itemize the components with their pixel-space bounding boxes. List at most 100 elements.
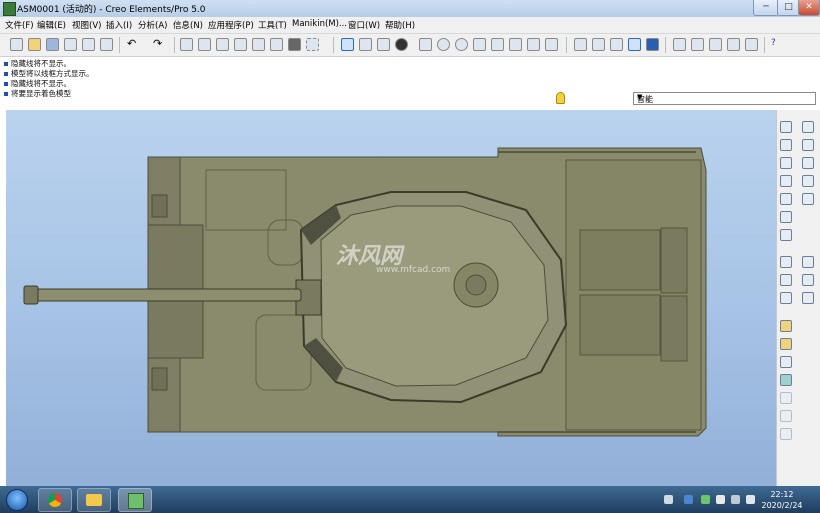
menu-window[interactable]: 窗口(W) — [348, 19, 380, 31]
open-folder-icon[interactable] — [28, 38, 41, 51]
refit-icon[interactable] — [473, 38, 486, 51]
paste-special-icon[interactable] — [234, 38, 247, 51]
assemble-icon[interactable] — [780, 320, 792, 332]
menu-insert[interactable]: 插入(I) — [106, 19, 132, 31]
cut-feature-icon[interactable] — [780, 374, 792, 386]
print-preview-icon[interactable] — [82, 38, 95, 51]
taskbar-chrome[interactable] — [38, 488, 72, 512]
mirror-icon[interactable] — [780, 292, 792, 304]
pattern-icon[interactable] — [802, 274, 814, 286]
point-display-icon[interactable] — [709, 38, 722, 51]
taskbar-clock[interactable]: 22:12 2020/2/24 — [758, 489, 806, 511]
watermark-url: www.mfcad.com — [376, 265, 451, 275]
print-icon[interactable] — [64, 38, 77, 51]
chevron-down-icon: ▼ — [637, 93, 643, 101]
no-hidden-icon[interactable] — [610, 38, 623, 51]
datum-axis-icon[interactable] — [802, 121, 814, 133]
select-box-icon[interactable] — [306, 38, 319, 51]
menu-file[interactable]: 文件(F) — [5, 19, 34, 31]
appearance-icon[interactable] — [395, 38, 408, 51]
tray-keyboard-icon[interactable] — [664, 495, 673, 504]
find-icon[interactable] — [288, 38, 301, 51]
email-icon[interactable] — [100, 38, 113, 51]
tray-volume-icon[interactable] — [746, 495, 755, 504]
csys-display-icon[interactable] — [727, 38, 740, 51]
menu-view[interactable]: 视图(V) — [72, 19, 101, 31]
spline-icon[interactable] — [780, 175, 792, 187]
enhanced-realism-icon[interactable] — [646, 38, 659, 51]
title-bar: ASM0001 (活动的) - Creo Elements/Pro 5.0 ─ … — [0, 0, 820, 17]
datum-point-icon[interactable] — [802, 139, 814, 151]
tray-display-icon[interactable] — [731, 495, 740, 504]
feature-toolbar — [776, 110, 820, 486]
regen-manager-icon[interactable] — [270, 38, 283, 51]
paste-icon[interactable] — [216, 38, 229, 51]
help-icon[interactable]: ? — [771, 38, 784, 51]
menu-info[interactable]: 信息(N) — [173, 19, 203, 31]
layers-icon[interactable] — [527, 38, 540, 51]
zoom-in-icon[interactable] — [437, 38, 450, 51]
analysis-icon[interactable] — [802, 175, 814, 187]
ruler-icon[interactable] — [780, 229, 792, 241]
tray-network-icon[interactable] — [684, 495, 693, 504]
repeat-icon[interactable] — [802, 292, 814, 304]
shading-icon[interactable] — [628, 38, 641, 51]
hidden-line-icon[interactable] — [592, 38, 605, 51]
zoom-out-icon[interactable] — [455, 38, 468, 51]
datum-display-icon[interactable] — [341, 38, 354, 51]
save-icon[interactable] — [46, 38, 59, 51]
close-button[interactable]: ✕ — [798, 0, 820, 16]
saved-views-icon[interactable] — [509, 38, 522, 51]
chamfer-icon[interactable] — [780, 428, 792, 440]
taskbar-creo[interactable] — [118, 488, 152, 512]
hole-icon[interactable] — [780, 392, 792, 404]
wireframe-icon[interactable] — [574, 38, 587, 51]
tray-flag-icon[interactable] — [716, 495, 725, 504]
selection-filter-select[interactable]: 智能 ▼ — [633, 92, 816, 105]
new-file-icon[interactable] — [10, 38, 23, 51]
plane-display-icon[interactable] — [673, 38, 686, 51]
graphics-window[interactable]: 沐风网 www.mfcad.com — [6, 110, 776, 486]
orient-icon[interactable] — [377, 38, 390, 51]
package-icon[interactable] — [780, 356, 792, 368]
pan-icon[interactable] — [419, 38, 432, 51]
undo-icon[interactable]: ↶ — [127, 38, 140, 51]
sketch-icon[interactable] — [780, 139, 792, 151]
redo-icon[interactable]: ↷ — [153, 38, 166, 51]
create-component-icon[interactable] — [780, 338, 792, 350]
copy-icon[interactable] — [198, 38, 211, 51]
start-button[interactable] — [6, 489, 28, 511]
taskbar-explorer[interactable] — [77, 488, 111, 512]
menu-help[interactable]: 帮助(H) — [385, 19, 415, 31]
datum-plane-icon[interactable] — [780, 121, 792, 133]
menu-manikin[interactable]: Manikin(M)... — [292, 19, 347, 29]
tray-app-icon[interactable] — [701, 495, 710, 504]
component-icon[interactable] — [780, 274, 792, 286]
menu-applications[interactable]: 应用程序(P) — [208, 19, 254, 31]
menu-bar: 文件(F) 编辑(E) 视图(V) 插入(I) 分析(A) 信息(N) 应用程序… — [0, 17, 820, 34]
annotation-icon[interactable] — [802, 193, 814, 205]
round-icon[interactable] — [780, 410, 792, 422]
menu-analysis[interactable]: 分析(A) — [138, 19, 167, 31]
point-array-icon[interactable] — [780, 211, 792, 223]
spin-center-icon[interactable] — [359, 38, 372, 51]
tank-model — [23, 147, 707, 437]
edit-icon[interactable] — [780, 256, 792, 268]
csys-icon[interactable] — [802, 157, 814, 169]
menu-edit[interactable]: 编辑(E) — [37, 19, 66, 31]
view-manager-icon[interactable] — [545, 38, 558, 51]
offset-icon[interactable] — [780, 193, 792, 205]
regenerate-icon[interactable] — [252, 38, 265, 51]
menu-tools[interactable]: 工具(T) — [258, 19, 287, 31]
reorient-icon[interactable] — [491, 38, 504, 51]
note-icon[interactable] — [802, 256, 814, 268]
minimize-button[interactable]: ─ — [753, 0, 779, 16]
cut-icon[interactable] — [180, 38, 193, 51]
clock-date: 2020/2/24 — [761, 501, 803, 510]
clock-time: 22:12 — [770, 490, 794, 499]
axis-display-icon[interactable] — [691, 38, 704, 51]
curve-icon[interactable] — [780, 157, 792, 169]
maximize-button[interactable]: □ — [777, 0, 800, 16]
annotation-display-icon[interactable] — [745, 38, 758, 51]
lightbulb-icon[interactable] — [556, 92, 565, 104]
